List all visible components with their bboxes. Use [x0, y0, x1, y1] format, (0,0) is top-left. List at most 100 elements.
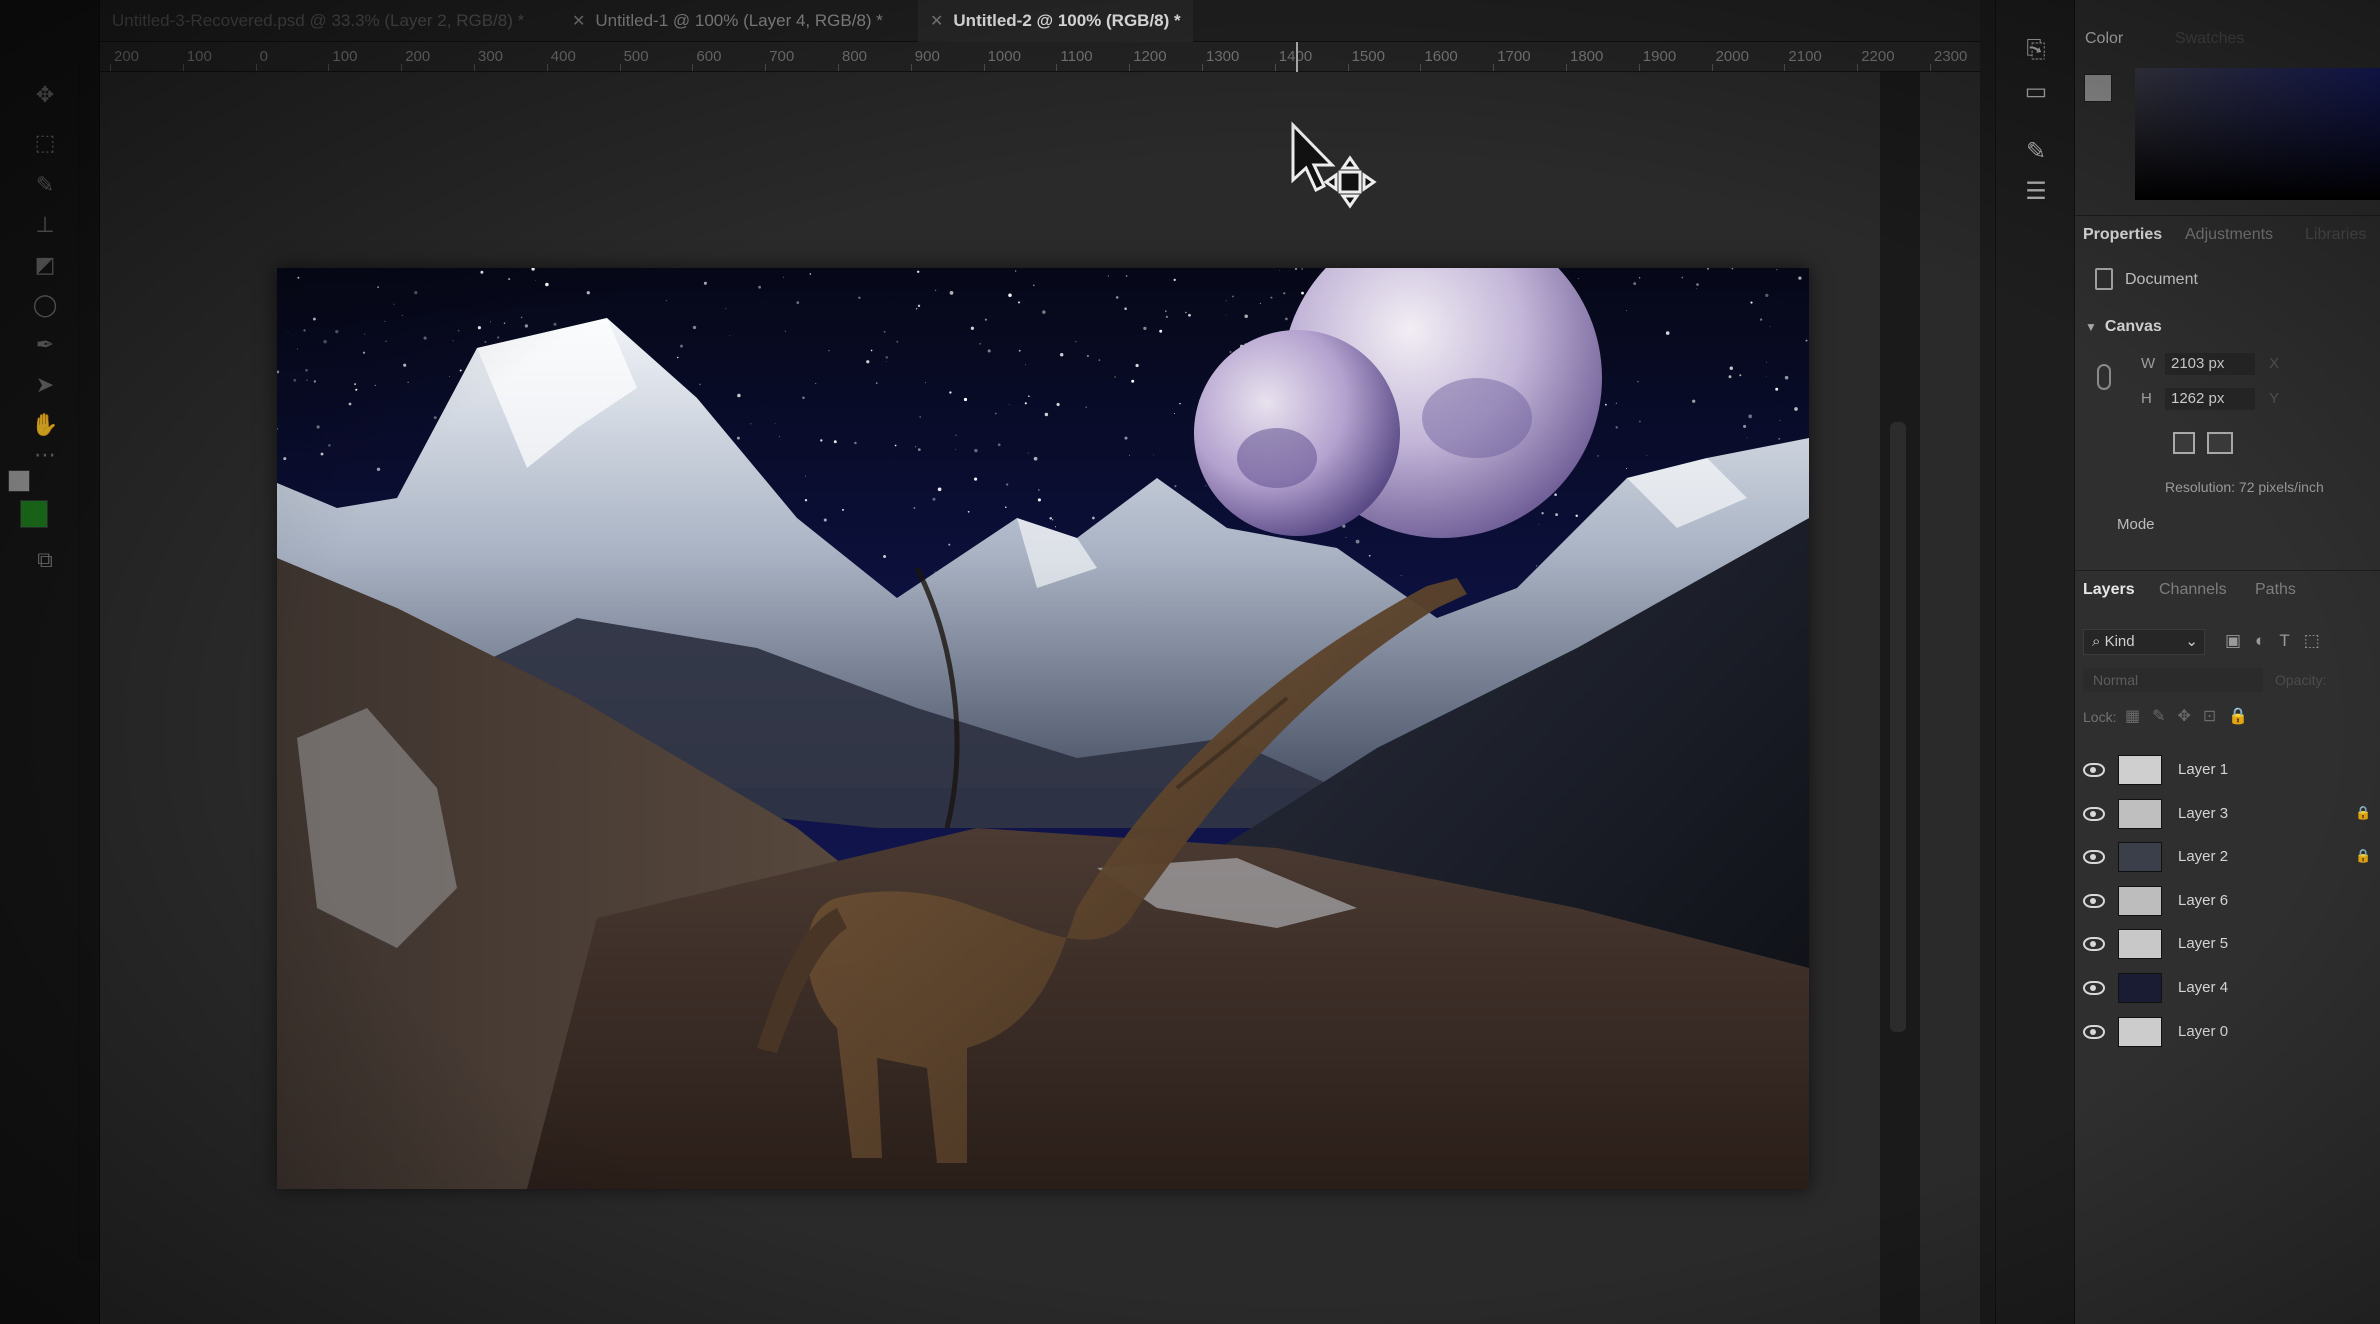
adjustments-icon[interactable]: ☰: [2020, 176, 2052, 208]
tab-untitled-3[interactable]: Untitled-3-Recovered.psd @ 33.3% (Layer …: [100, 0, 536, 42]
tab-adjustments[interactable]: Adjustments: [2185, 216, 2273, 254]
eye-icon[interactable]: [2083, 763, 2105, 777]
layer-row[interactable]: Layer 4: [2075, 967, 2380, 1011]
more-tools-icon[interactable]: ⋯: [30, 440, 60, 470]
eye-icon[interactable]: [2083, 850, 2105, 865]
tab-color[interactable]: Color: [2085, 20, 2123, 58]
stamp-tool-icon[interactable]: ⊥: [30, 210, 60, 240]
layers-panel: Layers Channels Paths ⌕ Kind ⌄ ▣◐T⬚ Norm…: [2075, 570, 2380, 1324]
star: [477, 326, 481, 330]
ruler-tick: [110, 64, 111, 71]
canvas-section-header[interactable]: ▼ Canvas: [2085, 318, 2162, 336]
close-tab-icon[interactable]: ✕: [930, 13, 943, 30]
tab-layers[interactable]: Layers: [2083, 571, 2135, 609]
star: [680, 344, 683, 348]
layer-row[interactable]: Layer 0: [2075, 1011, 2380, 1055]
eye-icon[interactable]: [2083, 893, 2105, 908]
background-color-swatch[interactable]: [20, 500, 48, 528]
history-icon[interactable]: ⎘: [2020, 34, 2052, 66]
layer-filter-select[interactable]: ⌕ Kind ⌄: [2083, 629, 2205, 655]
scrollbar-thumb[interactable]: [1890, 422, 1906, 1032]
layer-row[interactable]: Layer 1: [2075, 749, 2380, 793]
document-canvas[interactable]: [277, 268, 1809, 1189]
hand-tool-icon[interactable]: ✋: [30, 410, 60, 440]
horizontal-ruler[interactable]: 200 100 0 100 200 300 400 500 600 700 800 900 1000 11…: [100, 42, 1980, 72]
tab-untitled-2[interactable]: ✕ Untitled-2 @ 100% (RGB/8) *: [918, 0, 1193, 42]
portrait-orientation-icon[interactable]: [2173, 432, 2195, 454]
tab-swatches[interactable]: Swatches: [2175, 20, 2244, 58]
eraser-tool-icon[interactable]: ◩: [30, 250, 60, 280]
star: [312, 317, 316, 321]
ruler-tick: [1347, 64, 1349, 71]
vertical-scrollbar[interactable]: [1880, 72, 1920, 1324]
filter-label: Kind: [2104, 633, 2135, 650]
ruler-tick: [838, 64, 839, 71]
color-picker-field[interactable]: [2135, 68, 2380, 200]
close-tab-icon[interactable]: ✕: [572, 13, 585, 30]
star: [1244, 314, 1248, 319]
lock-options-icons[interactable]: ▦✎✥⊡🔒: [2125, 706, 2260, 726]
star: [1626, 310, 1627, 312]
marquee-tool-icon[interactable]: ⬚: [30, 128, 60, 158]
tools-panel: ✥ ⬚ ✎ ⊥ ◩ ◯ ✒ ➤ ✋ ⋯ ⧉: [0, 0, 100, 1324]
layer-row[interactable]: Layer 3 🔒: [2075, 793, 2380, 837]
landscape-orientation-icon[interactable]: [2207, 432, 2233, 454]
star: [1555, 513, 1558, 516]
lasso-tool-icon[interactable]: ◯: [30, 290, 60, 320]
tab-channels[interactable]: Channels: [2159, 571, 2227, 609]
star: [385, 340, 387, 342]
star: [1143, 326, 1147, 331]
ruler-tick: [474, 64, 475, 71]
star: [949, 291, 954, 295]
width-value[interactable]: 2103 px: [2165, 353, 2255, 375]
width-field[interactable]: W 2103 px X: [2141, 353, 2279, 375]
eye-icon[interactable]: [2083, 806, 2105, 821]
star: [1765, 293, 1769, 298]
foreground-color-swatch[interactable]: [8, 470, 30, 492]
brush-settings-icon[interactable]: ✎: [2020, 136, 2052, 168]
pen-tool-icon[interactable]: ✒: [30, 330, 60, 360]
star: [778, 435, 780, 437]
star: [804, 499, 808, 502]
tab-label: Untitled-3-Recovered.psd @ 33.3% (Layer …: [112, 11, 525, 30]
star: [796, 301, 800, 304]
tab-paths[interactable]: Paths: [2255, 571, 2296, 609]
star: [937, 487, 942, 492]
layer-row[interactable]: Layer 6: [2075, 880, 2380, 924]
eye-icon[interactable]: [2083, 981, 2105, 995]
screen-mode-icon[interactable]: ⧉: [30, 545, 60, 575]
star: [917, 304, 921, 308]
star: [401, 314, 403, 317]
height-value[interactable]: 1262 px: [2165, 388, 2255, 410]
tab-libraries[interactable]: Libraries: [2305, 216, 2366, 254]
document-icon: [2095, 268, 2113, 290]
ruler-tick-label: 600: [696, 48, 722, 65]
move-tool-icon[interactable]: ✥: [30, 80, 60, 110]
layer-row[interactable]: Layer 2 🔒: [2075, 836, 2380, 880]
star: [355, 388, 358, 391]
color-foreground-swatch[interactable]: [2084, 74, 2112, 102]
select-tool-icon[interactable]: ➤: [30, 370, 60, 400]
tab-properties[interactable]: Properties: [2083, 216, 2162, 254]
star: [1805, 339, 1808, 342]
star: [1776, 269, 1778, 271]
star: [784, 330, 786, 332]
ruler-tick-label: 800: [842, 48, 868, 65]
star: [1681, 276, 1684, 279]
star: [524, 324, 529, 328]
blend-mode-select[interactable]: Normal: [2083, 668, 2263, 692]
star: [297, 276, 300, 279]
lock-icon: 🔒: [2355, 804, 2372, 820]
star: [1535, 565, 1538, 567]
tab-untitled-1[interactable]: ✕ Untitled-1 @ 100% (Layer 4, RGB/8) *: [560, 0, 895, 42]
filter-icons[interactable]: ▣◐T⬚: [2225, 631, 2334, 651]
eye-icon[interactable]: [2083, 1024, 2105, 1039]
height-field[interactable]: H 1262 px Y: [2141, 388, 2279, 410]
ruler-tick-label: 300: [478, 48, 504, 65]
layer-row[interactable]: Layer 5: [2075, 923, 2380, 967]
link-dimensions-icon[interactable]: [2097, 364, 2111, 390]
comments-icon[interactable]: ▭: [2020, 76, 2052, 108]
star: [316, 425, 320, 429]
brush-tool-icon[interactable]: ✎: [30, 170, 60, 200]
eye-icon[interactable]: [2083, 937, 2105, 952]
